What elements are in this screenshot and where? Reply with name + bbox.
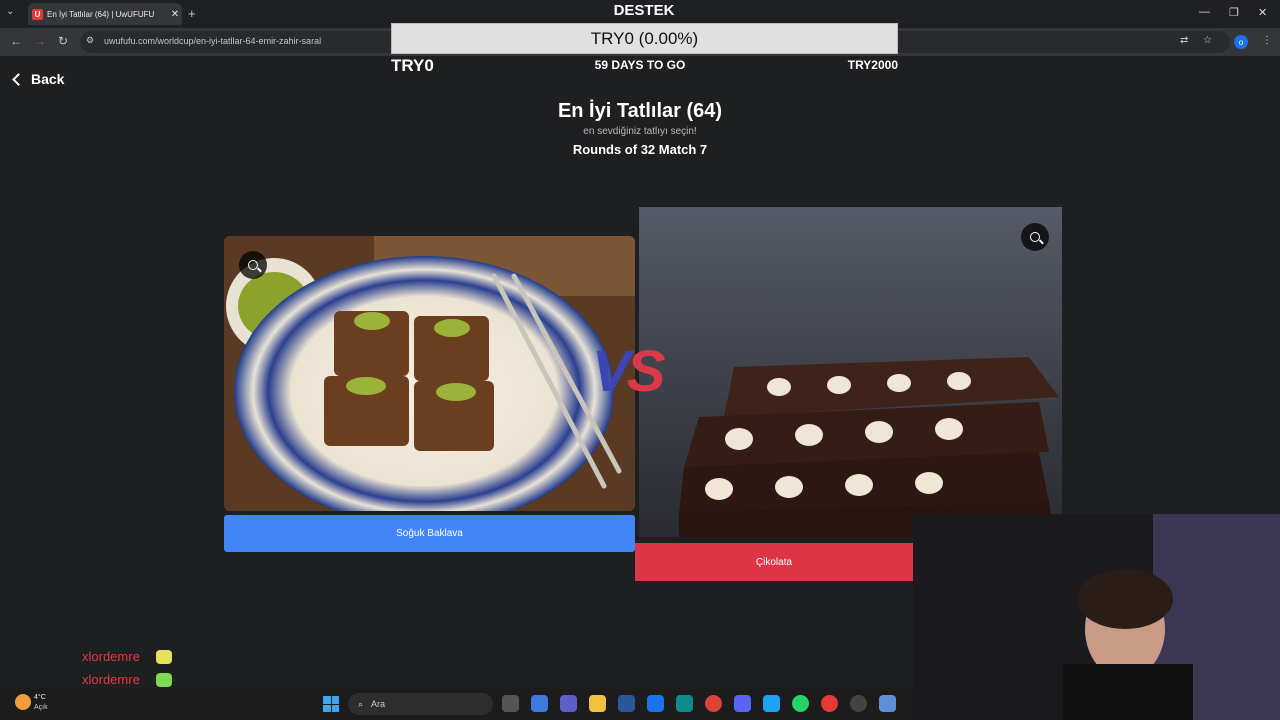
- weather-temperature: 4°C: [34, 694, 46, 701]
- whatsapp-icon[interactable]: [792, 695, 809, 712]
- chevron-left-icon: [12, 72, 25, 86]
- chat-emote-icon: [155, 672, 172, 687]
- taskbar-search[interactable]: ⌕ Ara: [348, 693, 493, 715]
- right-choice-button[interactable]: Çikolata: [635, 543, 913, 581]
- maximize-icon[interactable]: ❐: [1229, 6, 1239, 19]
- discord-icon[interactable]: [734, 695, 751, 712]
- chat-message: xlordemre: [82, 672, 172, 687]
- browser-tab[interactable]: U En İyi Tatlılar (64) | UwUFUFU ✕: [28, 3, 182, 25]
- page-subtitle: en sevdiğiniz tatlıyı seçin!: [583, 126, 697, 137]
- page-title: En İyi Tatlılar (64): [557, 100, 723, 122]
- twitter-icon[interactable]: [763, 695, 780, 712]
- donation-current: TRY0: [391, 56, 434, 75]
- menu-kebab-icon[interactable]: ⋮: [1262, 35, 1272, 46]
- window-close-icon[interactable]: ✕: [1258, 6, 1267, 19]
- donation-progress-text: TRY0 (0.00%): [590, 28, 699, 48]
- task-view-icon[interactable]: [502, 695, 519, 712]
- webcam-overlay: [913, 514, 1280, 720]
- back-button[interactable]: Back: [12, 71, 65, 87]
- weather-condition: Açık: [34, 704, 48, 711]
- teams-icon[interactable]: [560, 695, 577, 712]
- app-icon[interactable]: [879, 695, 896, 712]
- round-indicator: Rounds of 32 Match 7: [572, 142, 708, 157]
- uwufufu-favicon-icon: U: [32, 8, 43, 20]
- chat-message: xlordemre: [82, 649, 172, 664]
- store-icon[interactable]: [618, 695, 635, 712]
- translate-icon[interactable]: ⇄: [1180, 35, 1188, 46]
- search-icon: ⌕: [358, 698, 364, 709]
- profile-avatar-icon[interactable]: o: [1234, 35, 1248, 49]
- chat-username: xlordemre: [82, 649, 140, 664]
- chat-emote-icon: [155, 649, 172, 664]
- chat-username: xlordemre: [82, 672, 140, 687]
- youtube-music-icon[interactable]: [821, 695, 838, 712]
- minimize-icon[interactable]: —: [1199, 6, 1210, 18]
- obs-icon[interactable]: [850, 695, 867, 712]
- url-text[interactable]: uwufufu.com/worldcup/en-iyi-tatllar-64-e…: [104, 36, 321, 46]
- weather-icon[interactable]: [15, 694, 31, 710]
- start-windows-icon[interactable]: [323, 696, 339, 712]
- search-placeholder: Ara: [371, 699, 386, 709]
- tab-search-chevron-icon[interactable]: ⌄: [6, 6, 14, 17]
- mail-icon[interactable]: [647, 695, 664, 712]
- back-label: Back: [31, 71, 65, 87]
- chocolate-photo: [639, 207, 1062, 537]
- edge-icon[interactable]: [676, 695, 693, 712]
- zoom-in-icon[interactable]: [1021, 223, 1049, 251]
- copilot-icon[interactable]: [531, 695, 548, 712]
- right-choice-image[interactable]: [639, 207, 1062, 537]
- forward-arrow-icon[interactable]: →: [34, 34, 46, 48]
- donation-goal: TRY2000: [847, 58, 898, 72]
- vs-letter-v: V: [592, 339, 631, 404]
- donation-progress-bar: TRY0 (0.00%): [391, 23, 898, 54]
- left-choice-image[interactable]: [224, 236, 635, 511]
- vs-label: VS: [592, 338, 692, 405]
- vs-letter-s: S: [626, 339, 666, 404]
- back-arrow-icon[interactable]: ←: [10, 34, 22, 48]
- tab-close-icon[interactable]: ✕: [168, 9, 182, 20]
- baklava-photo: [224, 236, 635, 511]
- donation-heading: DESTEK: [613, 2, 675, 19]
- new-tab-icon[interactable]: +: [188, 6, 196, 21]
- chrome-icon[interactable]: [705, 695, 722, 712]
- file-explorer-icon[interactable]: [589, 695, 606, 712]
- site-info-icon[interactable]: ⚙: [86, 35, 94, 46]
- zoom-in-icon[interactable]: [239, 251, 267, 279]
- tab-title: En İyi Tatlılar (64) | UwUFUFU: [47, 9, 155, 19]
- bookmark-star-icon[interactable]: ☆: [1203, 35, 1212, 46]
- reload-icon[interactable]: ↻: [58, 34, 68, 48]
- streamer-webcam: [913, 514, 1280, 720]
- donation-days-left: 59 DAYS TO GO: [594, 58, 686, 72]
- left-choice-button[interactable]: Soğuk Baklava: [224, 515, 635, 552]
